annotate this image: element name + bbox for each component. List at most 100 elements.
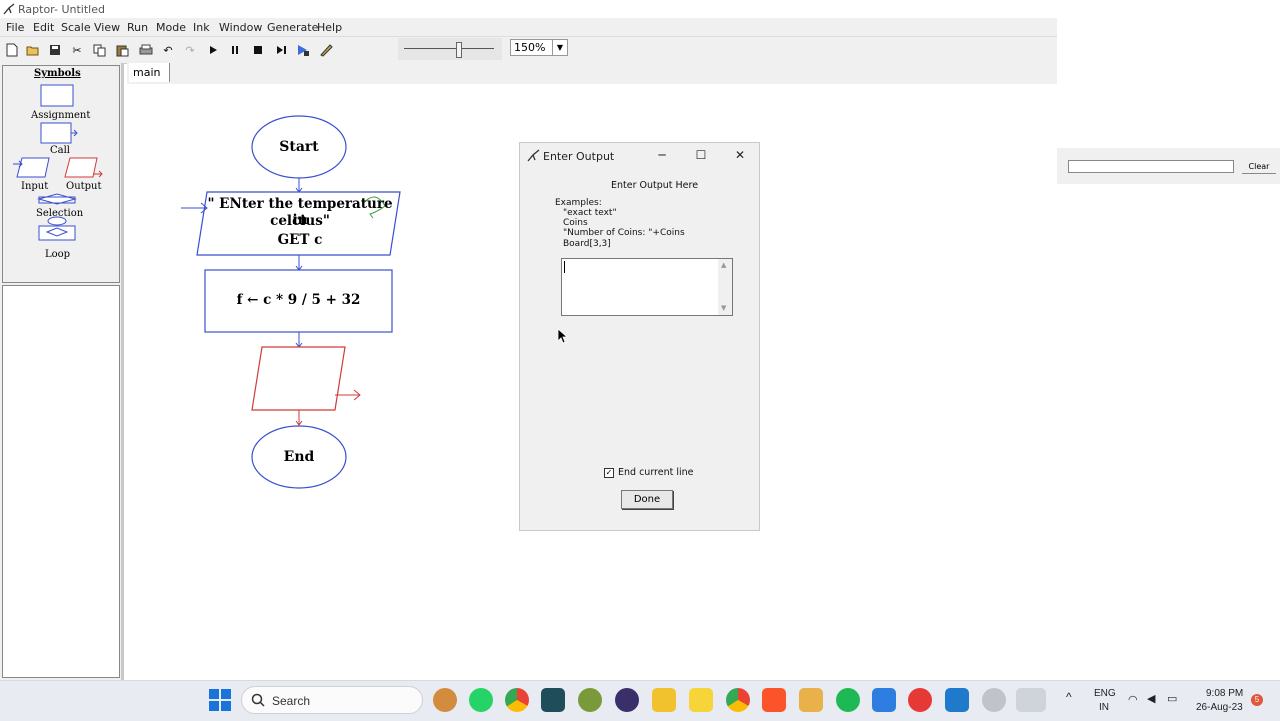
end-current-line-checkbox[interactable]: ✓ (604, 468, 614, 478)
maximize-icon[interactable]: ☐ (691, 147, 711, 163)
wifi-icon[interactable]: ◠ (1128, 693, 1138, 706)
clock-time[interactable]: 9:08 PM (1206, 688, 1243, 699)
paste-icon[interactable] (113, 41, 131, 59)
cut-icon[interactable]: ✂ (68, 41, 86, 59)
assignment-label[interactable]: Assignment (31, 110, 90, 121)
media-player-icon[interactable] (615, 688, 639, 712)
step-icon[interactable] (272, 41, 290, 59)
redo-icon[interactable]: ↷ (181, 41, 199, 59)
symbols-panel: Symbols Assignment Call Input Output Sel… (0, 63, 124, 680)
examples-label: Examples: (555, 198, 602, 208)
tab-main[interactable]: main (129, 63, 170, 82)
input-arrow-icon (181, 202, 208, 214)
dialog-title: Enter Output (543, 150, 615, 163)
console-panel: Clear (1057, 148, 1280, 184)
tomato-timer-icon[interactable] (908, 688, 932, 712)
minimize-icon[interactable]: ─ (652, 147, 672, 163)
connector-arrow (295, 332, 303, 348)
end-current-line-label: End current line (618, 467, 694, 478)
input-prompt-line2: celcius" (270, 213, 330, 229)
start-label: Start (279, 139, 319, 155)
settings-app-icon[interactable] (982, 688, 1006, 712)
new-file-icon[interactable] (3, 41, 21, 59)
example-line: Coins (563, 218, 588, 228)
input-label[interactable]: Input (21, 181, 48, 192)
window-title: Raptor- Untitled (18, 3, 105, 16)
call-label[interactable]: Call (50, 145, 70, 156)
volume-icon[interactable]: ◀ (1147, 692, 1155, 705)
console-input[interactable] (1068, 160, 1234, 173)
battery-icon[interactable]: ▭ (1167, 692, 1177, 705)
spotify-icon[interactable] (836, 688, 860, 712)
close-icon[interactable]: ✕ (730, 147, 750, 163)
chrome-icon[interactable] (505, 688, 529, 712)
menu-view[interactable]: View (94, 21, 120, 34)
scroll-down-icon[interactable]: ▼ (721, 304, 726, 312)
menu-file[interactable]: File (6, 21, 24, 34)
raptor-taskbar-icon[interactable] (1016, 688, 1046, 712)
chrome-profile-icon[interactable] (726, 688, 750, 712)
done-button[interactable]: Done (621, 490, 673, 509)
loop-label[interactable]: Loop (45, 249, 70, 260)
avatar-app-icon[interactable] (433, 688, 457, 712)
save-icon[interactable] (46, 41, 64, 59)
input-symbol (16, 157, 50, 178)
ink-pen-icon[interactable] (317, 41, 335, 59)
scrollbar[interactable]: ▲ ▼ (718, 259, 732, 315)
menu-generate[interactable]: Generate (267, 21, 318, 34)
menu-bar: File Edit Scale View Run Mode Ink Window… (0, 18, 1057, 36)
fruit-app-icon[interactable] (578, 688, 602, 712)
menu-scale[interactable]: Scale (61, 21, 91, 34)
slider-thumb[interactable] (456, 42, 462, 58)
assignment-symbol (40, 84, 74, 107)
terminal-app-icon[interactable] (541, 688, 565, 712)
mouse-pointer-icon (557, 328, 569, 344)
menu-window[interactable]: Window (219, 21, 262, 34)
tray-chevron-up-icon[interactable]: ^ (1066, 690, 1072, 704)
menu-edit[interactable]: Edit (33, 21, 54, 34)
output-label[interactable]: Output (66, 181, 102, 192)
whatsapp-icon[interactable] (469, 688, 493, 712)
text-cursor (564, 261, 565, 273)
pause-icon[interactable] (226, 41, 244, 59)
tab-main-label: main (133, 66, 161, 79)
example-line: Board[3,3] (563, 239, 611, 249)
print-icon[interactable] (137, 41, 155, 59)
scroll-up-icon[interactable]: ▲ (721, 261, 726, 269)
menu-help[interactable]: Help (317, 21, 342, 34)
undo-icon[interactable]: ↶ (159, 41, 177, 59)
menu-mode[interactable]: Mode (156, 21, 186, 34)
slider-track (404, 48, 494, 49)
sticky-notes-icon[interactable] (689, 688, 713, 712)
notification-badge[interactable]: 5 (1251, 694, 1263, 706)
brave-browser-icon[interactable] (762, 688, 786, 712)
selection-label[interactable]: Selection (36, 208, 83, 219)
chevron-down-icon[interactable]: ▼ (552, 40, 567, 55)
zoom-select[interactable]: 150% ▼ (510, 39, 568, 56)
dialog-heading: Enter Output Here (611, 180, 699, 191)
todo-icon[interactable] (872, 688, 896, 712)
example-line: "exact text" (563, 208, 617, 218)
input-get-variable: GET c (277, 232, 323, 248)
file-explorer-icon[interactable] (652, 688, 676, 712)
vscode-icon[interactable] (945, 688, 969, 712)
open-folder-icon[interactable] (24, 41, 42, 59)
test-server-icon[interactable] (294, 41, 312, 59)
stop-icon[interactable] (249, 41, 267, 59)
taskbar (0, 680, 1280, 721)
clear-button[interactable]: Clear (1242, 160, 1276, 174)
title-bar: Raptor- Untitled (0, 0, 1057, 18)
copy-icon[interactable] (90, 41, 108, 59)
language-region[interactable]: IN (1099, 702, 1109, 713)
windows-start-icon[interactable] (209, 689, 231, 711)
menu-run[interactable]: Run (127, 21, 148, 34)
photos-app-icon[interactable] (799, 688, 823, 712)
menu-ink[interactable]: Ink (193, 21, 210, 34)
language-code[interactable]: ENG (1094, 688, 1116, 699)
assignment-expression: f ← c * 9 / 5 + 32 (236, 292, 361, 308)
speed-slider[interactable] (398, 38, 502, 60)
run-icon[interactable] (204, 41, 222, 59)
output-text-area[interactable]: ▲ ▼ (561, 258, 733, 316)
taskbar-search[interactable]: Search (241, 686, 423, 714)
clock-date[interactable]: 26-Aug-23 (1196, 702, 1243, 713)
